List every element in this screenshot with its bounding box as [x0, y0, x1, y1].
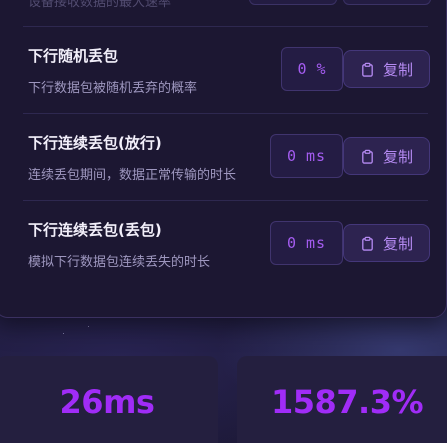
network-settings-panel: 设备接收数据的最大速率 下行随机丢包 下行数据包被随机丢弃的概率 0% 复制 下…: [0, 0, 447, 318]
percentage-stat-value: 1587.3%: [270, 383, 424, 421]
copy-label: 复制: [382, 147, 413, 166]
continuous-drop-value-field[interactable]: 0 ms: [270, 221, 343, 265]
random-loss-unit: %: [316, 60, 327, 78]
loss-stat-card: 1587.3%: [237, 356, 447, 443]
copy-label: 复制: [382, 60, 413, 79]
random-loss-copy-button[interactable]: 复制: [343, 50, 430, 88]
clipboard-icon: [362, 149, 373, 164]
copy-label: 复制: [382, 234, 413, 253]
latency-stat-value: 26ms: [59, 383, 155, 421]
copy-button-partial[interactable]: [343, 0, 431, 5]
continuous-pass-unit: ms: [305, 147, 327, 165]
continuous-drop-copy-button[interactable]: 复制: [343, 224, 430, 262]
row-title-random-loss: 下行随机丢包: [28, 47, 119, 65]
random-loss-value: 0: [297, 60, 308, 78]
row-description-continuous-drop: 模拟下行数据包连续丢失的时长: [28, 255, 211, 270]
clipboard-icon: [362, 62, 373, 77]
row-description-partial: 设备接收数据的最大速率: [28, 0, 172, 10]
row-divider: [23, 113, 428, 114]
row-description-continuous-pass: 连续丢包期间，数据正常传输的时长: [28, 168, 237, 183]
continuous-pass-copy-button[interactable]: 复制: [343, 137, 430, 175]
random-loss-value-field[interactable]: 0%: [281, 47, 343, 91]
row-title-continuous-pass: 下行连续丢包(放行): [28, 134, 162, 152]
value-field-partial[interactable]: [249, 0, 337, 5]
row-description-random-loss: 下行数据包被随机丢弃的概率: [28, 81, 198, 96]
row-divider: [23, 200, 428, 201]
continuous-pass-value: 0: [286, 147, 297, 165]
latency-stat-card: 26ms: [0, 356, 218, 443]
continuous-pass-value-field[interactable]: 0 ms: [270, 134, 343, 178]
row-divider: [23, 26, 428, 27]
background-star: [88, 326, 89, 327]
continuous-drop-unit: ms: [305, 234, 327, 252]
clipboard-icon: [362, 236, 373, 251]
continuous-drop-value: 0: [286, 234, 297, 252]
row-title-continuous-drop: 下行连续丢包(丢包): [28, 221, 162, 239]
background-star: [63, 333, 64, 334]
